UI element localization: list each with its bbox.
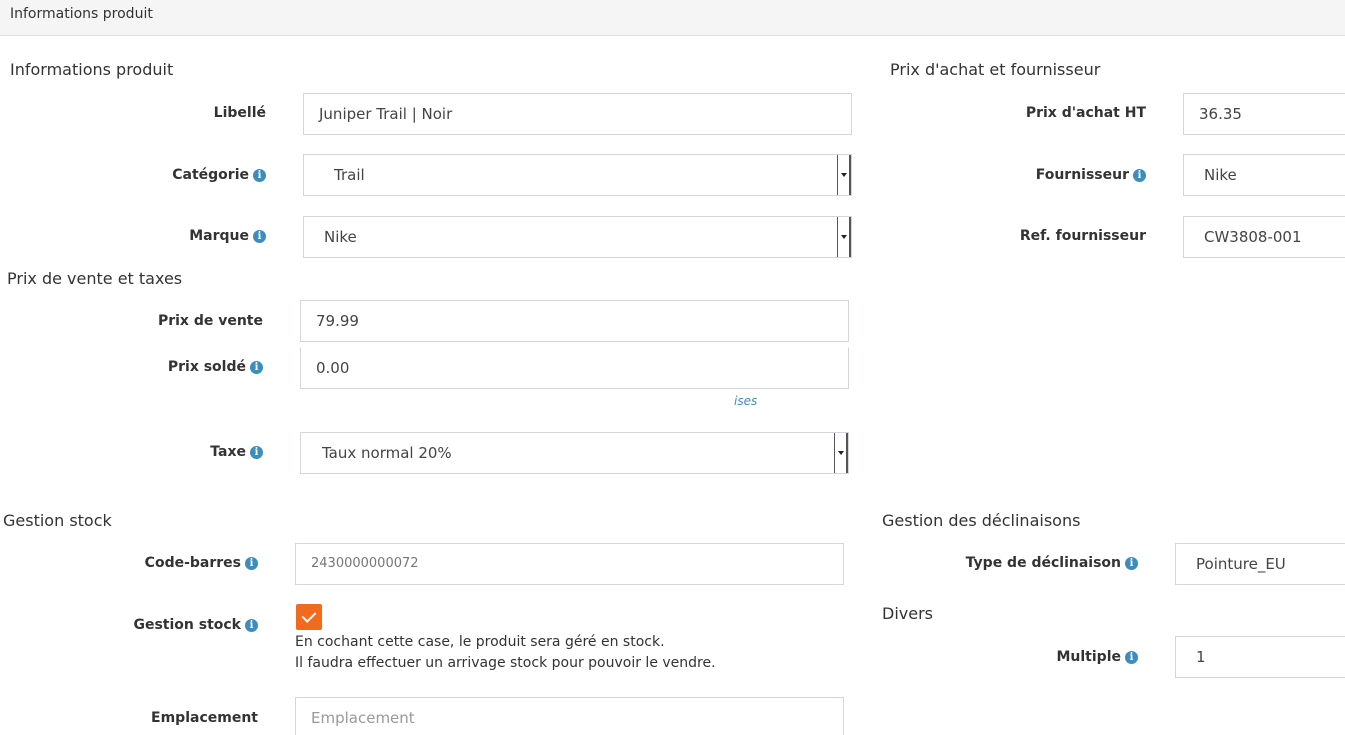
sale-price-value: 79.99 <box>316 312 359 330</box>
help-line-1: En cochant cette case, le produit sera g… <box>295 634 665 650</box>
sale-price-input[interactable]: 79.99 <box>300 300 849 342</box>
field-label-sale-discount: Prix soldé i <box>168 358 263 376</box>
section-title-purchase-supplier: Prix d'achat et fournisseur <box>890 60 1101 79</box>
tax-value: Taux normal 20% <box>322 444 452 462</box>
variant-type-select[interactable]: Pointure_EU <box>1175 543 1345 585</box>
label-text: Prix soldé <box>167 359 246 375</box>
field-label-variant-type: Type de déclinaison i <box>966 554 1138 572</box>
panel-header: Informations produit <box>0 0 1345 36</box>
label-text: Fournisseur <box>1035 167 1129 183</box>
label-text: Catégorie <box>172 167 249 183</box>
purchase-price-input[interactable]: 36.35 <box>1183 93 1345 135</box>
info-icon[interactable]: i <box>245 619 258 632</box>
multiple-input[interactable]: 1 <box>1175 636 1345 678</box>
field-label-supplier: Fournisseur i <box>1036 166 1146 184</box>
label-text: Gestion stock <box>133 617 241 633</box>
italic-link-fragment[interactable]: ises <box>734 394 757 408</box>
supplier-select[interactable]: Nike <box>1183 154 1345 196</box>
chevron-down-icon[interactable] <box>837 217 851 257</box>
section-title-product-info: Informations produit <box>10 60 174 79</box>
info-icon[interactable]: i <box>245 557 258 570</box>
label-text: Ref. fournisseur <box>1019 228 1146 244</box>
field-label-barcode: Code-barres i <box>145 554 258 572</box>
variant-type-value: Pointure_EU <box>1196 555 1286 573</box>
chevron-down-icon[interactable] <box>837 155 851 195</box>
field-label-supplier-ref: Ref. fournisseur <box>1020 227 1146 245</box>
barcode-value: 2430000000072 <box>311 556 419 571</box>
info-icon[interactable]: i <box>1125 651 1138 664</box>
multiple-value: 1 <box>1196 648 1206 666</box>
section-title-misc: Divers <box>882 604 933 623</box>
info-icon[interactable]: i <box>1133 169 1146 182</box>
tax-select[interactable]: Taux normal 20% <box>300 432 849 474</box>
info-icon[interactable]: i <box>250 361 263 374</box>
help-line-2: Il faudra effectuer un arrivage stock po… <box>295 655 716 671</box>
label-text: Taxe <box>210 444 246 460</box>
label-text: Emplacement <box>151 710 258 726</box>
stock-mgmt-checkbox[interactable] <box>296 604 322 630</box>
libelle-input[interactable]: Juniper Trail | Noir <box>303 93 852 135</box>
panel-title: Informations produit <box>10 6 153 22</box>
purchase-price-value: 36.35 <box>1199 105 1242 123</box>
label-text: Prix de vente <box>157 313 263 329</box>
field-label-stock-mgmt: Gestion stock i <box>133 616 258 634</box>
chevron-down-icon[interactable] <box>834 433 848 473</box>
location-placeholder: Emplacement <box>311 709 415 727</box>
field-label-marque: Marque i <box>189 227 266 245</box>
label-text: Libellé <box>213 105 266 121</box>
info-icon[interactable]: i <box>250 446 263 459</box>
field-label-libelle: Libellé <box>214 104 266 122</box>
location-input[interactable]: Emplacement <box>295 697 844 735</box>
field-label-categorie: Catégorie i <box>172 166 266 184</box>
category-select[interactable]: Trail <box>303 154 852 196</box>
supplier-ref-value: CW3808-001 <box>1204 228 1302 246</box>
brand-value: Nike <box>324 228 357 246</box>
info-icon[interactable]: i <box>1125 557 1138 570</box>
label-text: Code-barres <box>144 555 241 571</box>
info-icon[interactable]: i <box>253 230 266 243</box>
info-icon[interactable]: i <box>253 169 266 182</box>
sale-discount-value: 0.00 <box>316 359 350 377</box>
field-label-purchase-price: Prix d'achat HT <box>1026 104 1146 122</box>
label-text: Type de déclinaison <box>965 555 1121 571</box>
stock-mgmt-help: En cochant cette case, le produit sera g… <box>295 632 716 674</box>
section-title-variants: Gestion des déclinaisons <box>882 511 1081 530</box>
label-text: Marque <box>189 228 249 244</box>
field-label-multiple: Multiple i <box>1056 648 1138 666</box>
supplier-value: Nike <box>1204 166 1237 184</box>
field-label-tax: Taxe i <box>210 443 263 461</box>
supplier-ref-input[interactable]: CW3808-001 <box>1183 216 1345 258</box>
barcode-input[interactable]: 2430000000072 <box>295 543 844 585</box>
sale-discount-input[interactable]: 0.00 <box>300 347 849 389</box>
section-title-stock: Gestion stock <box>3 511 112 530</box>
libelle-value: Juniper Trail | Noir <box>319 105 453 123</box>
field-label-location: Emplacement <box>151 709 258 727</box>
label-text: Multiple <box>1056 649 1121 665</box>
label-text: Prix d'achat HT <box>1025 105 1146 121</box>
brand-select[interactable]: Nike <box>303 216 852 258</box>
field-label-sale-price: Prix de vente <box>158 312 263 330</box>
category-value: Trail <box>334 166 365 184</box>
section-title-sale-price-taxes: Prix de vente et taxes <box>7 269 183 288</box>
